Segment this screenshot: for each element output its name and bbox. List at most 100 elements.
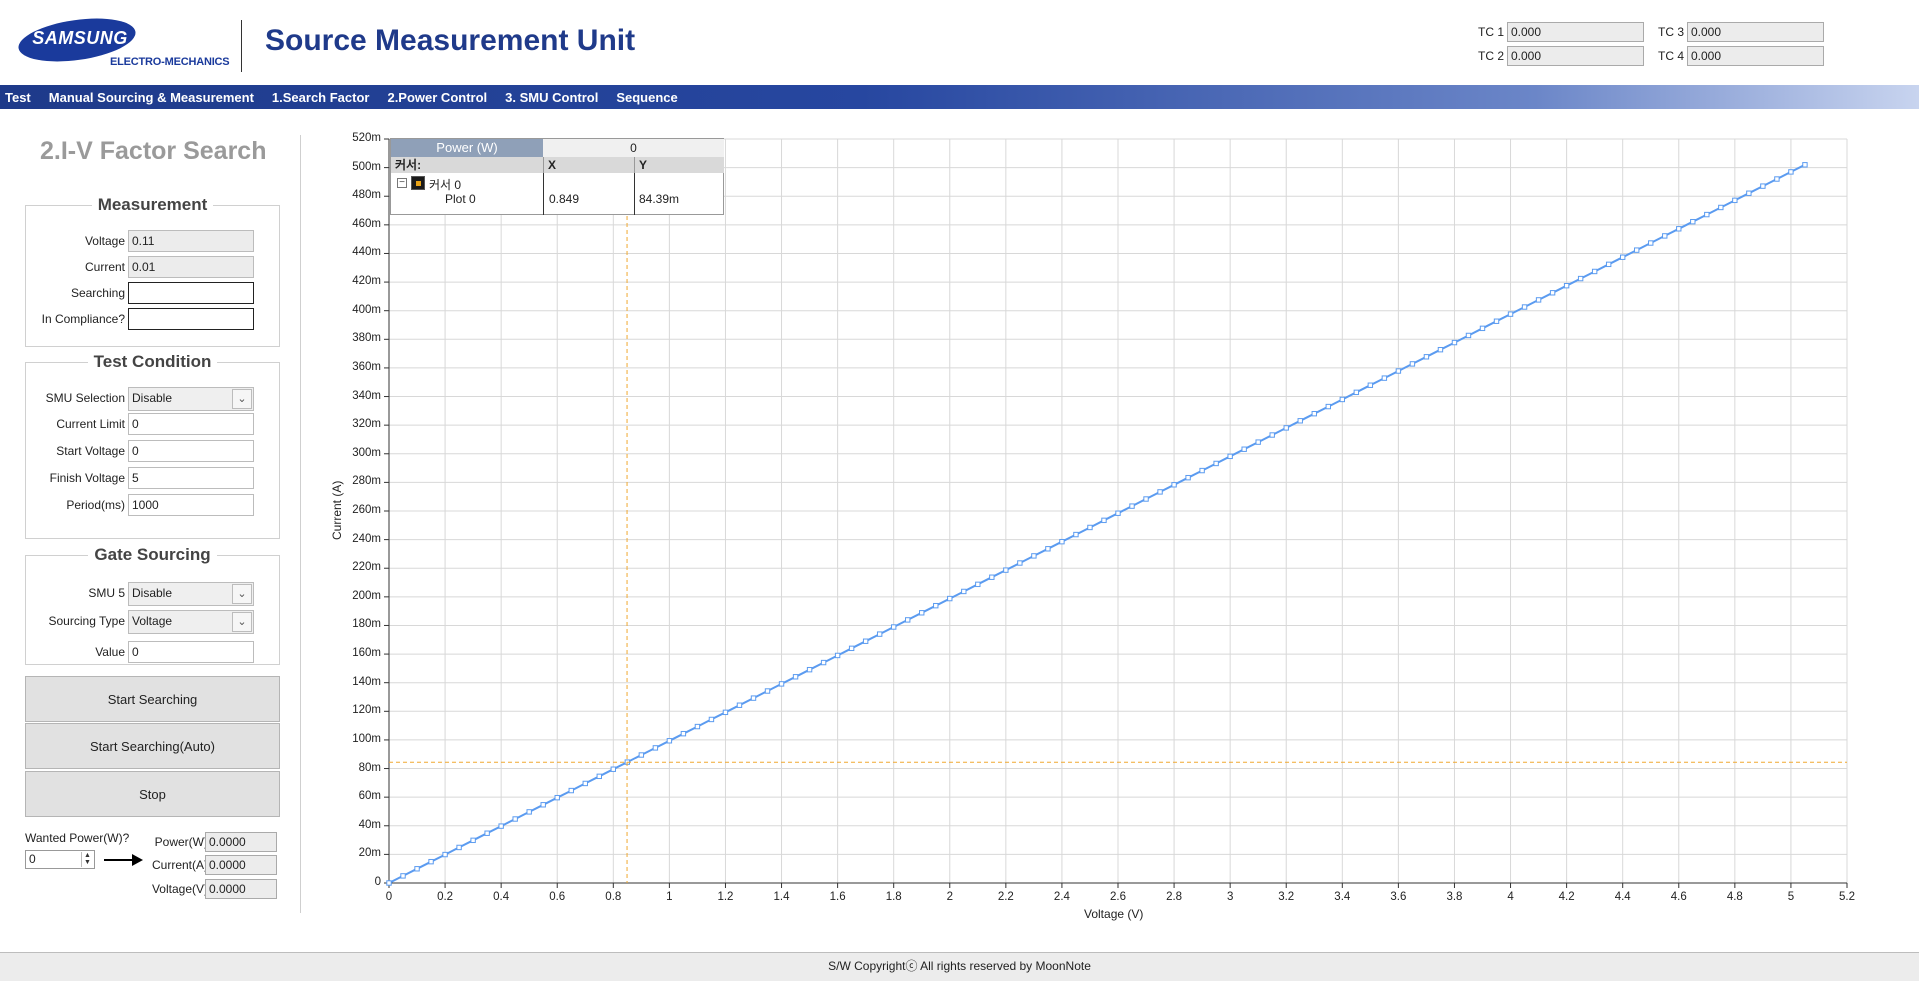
smu-selection-label: SMU Selection	[45, 391, 125, 405]
wanted-power-stepper[interactable]: 0 ▲ ▼	[25, 850, 95, 869]
menu-smu-control[interactable]: 3. SMU Control	[496, 90, 607, 105]
chevron-down-icon[interactable]: ⌄	[232, 389, 252, 409]
x-tick-label: 0.8	[605, 891, 622, 903]
data-point	[1003, 567, 1009, 573]
smu-selection-dropdown[interactable]: Disable ⌄	[128, 387, 254, 411]
voltage-output-label: Voltage(V)	[151, 882, 208, 896]
data-point	[582, 780, 588, 787]
current-limit-row: Current Limit 0	[26, 413, 279, 435]
data-point	[1732, 197, 1738, 204]
sourcing-type-dropdown[interactable]: Voltage ⌄	[128, 610, 254, 634]
sourcing-type-row: Sourcing Type Voltage ⌄	[26, 610, 279, 634]
data-point	[1549, 290, 1556, 296]
app-title: Source Measurement Unit	[265, 24, 636, 57]
y-tick-label: 500m	[352, 160, 381, 173]
current-limit-input[interactable]: 0	[128, 413, 254, 435]
cursor-icon[interactable]	[411, 176, 425, 190]
data-point	[778, 681, 785, 687]
data-point	[989, 574, 995, 580]
y-tick-label: 400m	[352, 303, 381, 316]
period-input[interactable]: 1000	[128, 494, 254, 516]
data-point	[890, 624, 897, 630]
menu-power-control[interactable]: 2.Power Control	[378, 90, 496, 105]
power-output-row: Power(W) 0.0000	[140, 832, 280, 852]
start-searching-auto-button[interactable]: Start Searching(Auto)	[25, 723, 280, 769]
searching-label: Searching	[70, 286, 125, 300]
data-point	[484, 830, 490, 836]
data-point	[1045, 546, 1051, 552]
start-voltage-input[interactable]: 0	[128, 440, 254, 462]
data-point	[554, 794, 560, 801]
finish-voltage-input[interactable]: 5	[128, 467, 254, 489]
voltage-readout: 0.11	[128, 230, 254, 252]
cursor-legend[interactable]: Power (W) 0 커서: X Y − 커서 0 Plot 0 0.849 …	[390, 138, 724, 215]
data-point	[1479, 325, 1486, 332]
compliance-row: In Compliance?	[26, 308, 279, 330]
tc3-value[interactable]: 0.000	[1687, 22, 1824, 42]
data-point	[1465, 332, 1472, 339]
data-point	[610, 766, 617, 772]
menu-search-factor[interactable]: 1.Search Factor	[263, 90, 379, 105]
cursor-col-y: Y	[634, 157, 724, 173]
gate-value-input[interactable]: 0	[128, 641, 254, 663]
gate-value-row: Value 0	[26, 641, 279, 663]
tc2-label: TC 2	[1478, 49, 1505, 63]
collapse-icon[interactable]: −	[397, 178, 407, 188]
data-point	[1662, 233, 1668, 239]
tc2: TC 2 0.000	[1478, 46, 1644, 66]
menu-sequence[interactable]: Sequence	[607, 90, 686, 105]
data-point	[1241, 446, 1247, 452]
data-point	[526, 809, 532, 815]
y-tick-label: 120m	[352, 704, 381, 717]
data-point	[1634, 247, 1640, 253]
y-tick-label: 180m	[352, 618, 381, 631]
header-divider	[241, 20, 242, 72]
data-point	[1648, 240, 1654, 246]
x-tick-label: 3	[1226, 891, 1234, 903]
chevron-down-icon[interactable]: ⌄	[232, 584, 252, 604]
data-point	[1367, 382, 1374, 388]
measurement-group: Measurement Voltage 0.11 Current 0.01 Se…	[25, 195, 280, 347]
data-point	[1437, 346, 1444, 353]
x-tick-label: 1.2	[717, 891, 734, 903]
menu-test[interactable]: Test	[0, 90, 40, 105]
gate-sourcing-group: Gate Sourcing SMU 5 Disable ⌄ Sourcing T…	[25, 545, 280, 665]
tc1-value[interactable]: 0.000	[1507, 22, 1644, 42]
data-point	[1521, 304, 1528, 310]
cursor-name: 커서 0	[429, 178, 462, 192]
data-point	[386, 880, 392, 886]
data-point	[1283, 425, 1289, 431]
current-output-value: 0.0000	[205, 855, 277, 875]
samsung-logo: SAMSUNG ELECTRO-MECHANICS	[15, 11, 230, 72]
data-point	[961, 588, 967, 595]
cursor-y-value: 84.39m	[639, 192, 680, 206]
data-point	[694, 723, 701, 730]
x-tick-label: 2	[946, 891, 953, 903]
current-limit-label: Current Limit	[56, 417, 125, 431]
menu-manual-sourcing[interactable]: Manual Sourcing & Measurement	[40, 90, 263, 105]
x-tick-label: 3.6	[1390, 891, 1407, 903]
data-point	[400, 873, 406, 879]
period-label: Period(ms)	[66, 498, 125, 512]
spin-arrows-icon[interactable]: ▲ ▼	[81, 852, 93, 867]
data-point	[708, 716, 715, 723]
data-point	[1577, 275, 1584, 282]
cursor-legend-header-label: Power (W)	[391, 139, 543, 157]
cursor-col-name: 커서:	[391, 157, 543, 173]
x-tick-label: 2.8	[1166, 891, 1183, 903]
stop-button[interactable]: Stop	[25, 771, 280, 817]
tc4-value[interactable]: 0.000	[1687, 46, 1824, 66]
smu5-dropdown[interactable]: Disable ⌄	[128, 582, 254, 606]
y-tick-label: 520m	[352, 132, 381, 144]
start-searching-button[interactable]: Start Searching	[25, 676, 280, 722]
smu-selection-row: SMU Selection Disable ⌄	[26, 387, 279, 411]
chevron-down-icon[interactable]: ⌄	[232, 612, 252, 632]
data-point	[1059, 538, 1065, 545]
data-point	[1101, 517, 1107, 524]
iv-chart[interactable]: 0 0.2 0.4 0.6 0.8 1 1.2 1.4 1.6 1.8 2 2.2 2.4 2.6 2.8 3…	[320, 130, 1870, 930]
iv-chart-svg[interactable]	[320, 130, 1870, 930]
data-point	[652, 745, 659, 751]
data-point	[1031, 553, 1037, 559]
tc2-value[interactable]: 0.000	[1507, 46, 1644, 66]
voltage-label: Voltage	[84, 234, 125, 248]
